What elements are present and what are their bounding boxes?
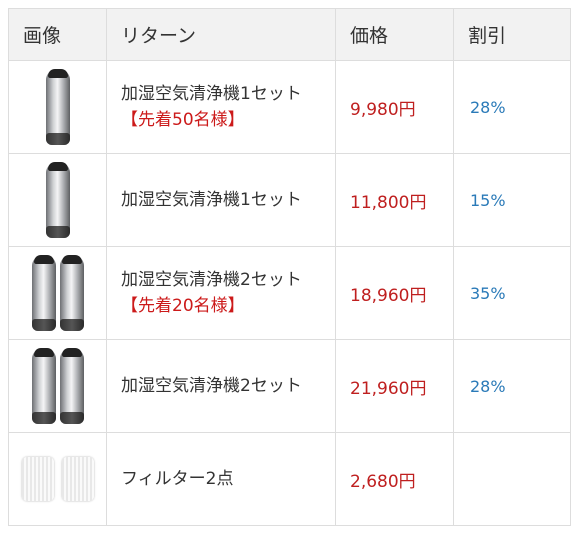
return-cell: 加湿空気清浄機2セット 【先着20名様】 (106, 246, 336, 340)
return-cell: 加湿空気清浄機1セット (106, 153, 336, 247)
table-row[interactable]: 加湿空気清浄機2セット 【先着20名様】 18,960円 35% (8, 246, 571, 340)
return-cell: フィルター2点 (106, 432, 336, 526)
price-cell: 11,800円 (335, 153, 454, 247)
filter-pair-icon (18, 457, 98, 501)
table-row[interactable]: 加湿空気清浄機2セット 21,960円 28% (8, 339, 571, 433)
header-return: リターン (106, 8, 336, 61)
table-row[interactable]: 加湿空気清浄機1セット 【先着50名様】 9,980円 28% (8, 60, 571, 154)
table-row[interactable]: 加湿空気清浄機1セット 11,800円 15% (8, 153, 571, 247)
rewards-table: 画像 リターン 価格 割引 加湿空気清浄機1セット 【先着50名様】 9,980… (8, 8, 571, 526)
discount-cell: 35% (453, 246, 571, 340)
purifier-pair-icon (30, 255, 86, 331)
purifier-pair-icon (30, 348, 86, 424)
discount-cell (453, 432, 571, 526)
price-cell: 21,960円 (335, 339, 454, 433)
return-cell: 加湿空気清浄機2セット (106, 339, 336, 433)
price-cell: 18,960円 (335, 246, 454, 340)
purifier-icon (45, 162, 70, 238)
return-name: フィルター2点 (121, 469, 234, 489)
product-image-cell (8, 153, 107, 247)
product-image-cell (8, 432, 107, 526)
discount-cell: 15% (453, 153, 571, 247)
promo-label: 【先着50名様】 (121, 110, 245, 130)
return-name: 加湿空気清浄機1セット (121, 190, 302, 210)
return-name: 加湿空気清浄機2セット (121, 270, 302, 290)
product-image-cell (8, 60, 107, 154)
purifier-icon (45, 69, 70, 145)
promo-label: 【先着20名様】 (121, 296, 245, 316)
discount-cell: 28% (453, 339, 571, 433)
header-discount: 割引 (453, 8, 571, 61)
discount-cell: 28% (453, 60, 571, 154)
return-cell: 加湿空気清浄機1セット 【先着50名様】 (106, 60, 336, 154)
table-row[interactable]: フィルター2点 2,680円 (8, 432, 571, 526)
header-row: 画像 リターン 価格 割引 (8, 8, 571, 61)
price-cell: 2,680円 (335, 432, 454, 526)
product-image-cell (8, 246, 107, 340)
header-price: 価格 (335, 8, 454, 61)
return-name: 加湿空気清浄機1セット (121, 84, 302, 104)
price-cell: 9,980円 (335, 60, 454, 154)
header-image: 画像 (8, 8, 107, 61)
return-name: 加湿空気清浄機2セット (121, 376, 302, 396)
product-image-cell (8, 339, 107, 433)
